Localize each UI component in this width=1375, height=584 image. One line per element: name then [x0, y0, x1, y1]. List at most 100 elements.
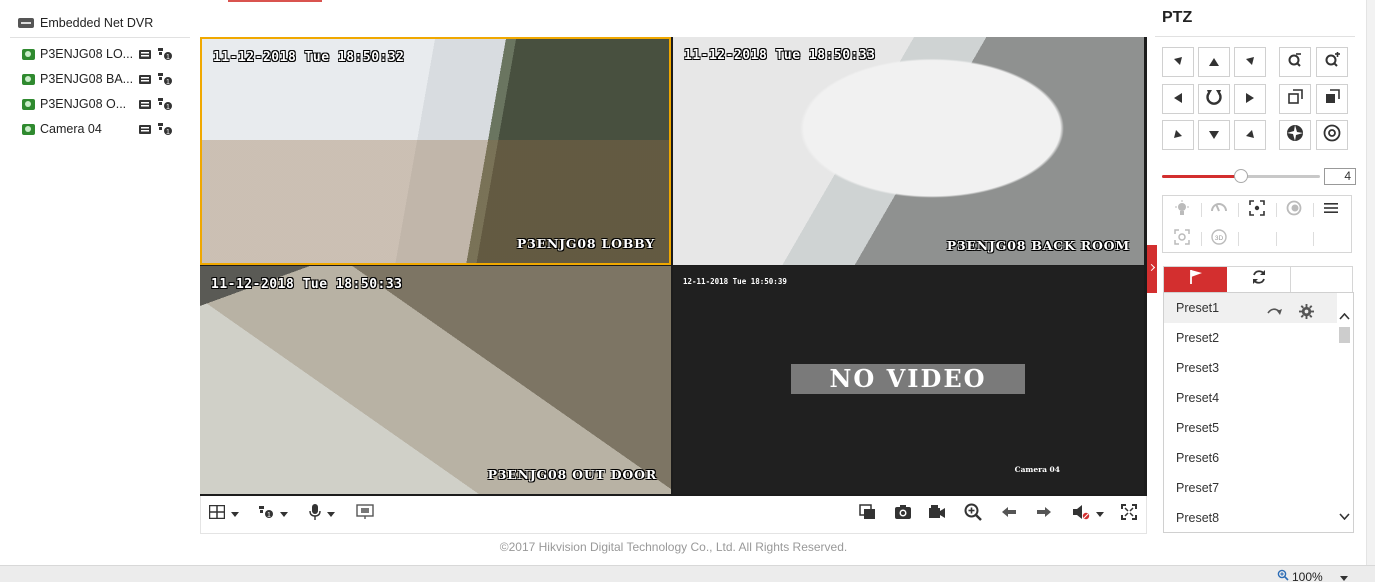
- preset-item[interactable]: Preset1: [1164, 293, 1337, 323]
- chevron-up-icon[interactable]: [1339, 307, 1350, 325]
- separator: [1313, 232, 1314, 246]
- auto-scan-button[interactable]: [1198, 84, 1230, 114]
- speed-slider[interactable]: [1162, 169, 1320, 183]
- preset-label: Preset5: [1176, 421, 1220, 435]
- previous-page-button[interactable]: [1001, 504, 1017, 524]
- active-tab-indicator: [228, 0, 322, 2]
- preset-scrollbar[interactable]: [1336, 293, 1353, 532]
- tab-patrol[interactable]: [1228, 267, 1291, 292]
- camera-status-icon: [22, 98, 35, 110]
- light-button[interactable]: [1168, 199, 1196, 221]
- arrow-right-icon: [1246, 90, 1254, 108]
- dvr-node[interactable]: Embedded Net DVR: [18, 14, 153, 32]
- preset-item[interactable]: Preset5: [1164, 413, 1337, 443]
- copyright-text: ©2017 Hikvision Digital Technology Co., …: [499, 540, 848, 554]
- pan-down-right-button[interactable]: [1234, 120, 1266, 150]
- arrow-up-icon: [1209, 53, 1219, 71]
- speed-slider-handle[interactable]: [1234, 169, 1248, 183]
- capture-button[interactable]: [894, 504, 912, 524]
- menu-button[interactable]: [1317, 199, 1345, 221]
- tab-preset[interactable]: [1164, 267, 1227, 292]
- preset-label: Preset7: [1176, 481, 1220, 495]
- stop-all-button[interactable]: [859, 503, 877, 525]
- separator: [1201, 203, 1202, 217]
- preset-label: Preset8: [1176, 511, 1220, 525]
- record-icon[interactable]: [136, 48, 154, 60]
- video-tile-3[interactable]: 11-12-2018 Tue 18:50:33 P3ENJG08 OUT DOO…: [200, 266, 671, 494]
- pan-down-left-button[interactable]: [1162, 120, 1194, 150]
- layout-button[interactable]: [208, 504, 239, 524]
- 3d-positioning-button[interactable]: 3D: [1205, 228, 1233, 250]
- preset-item[interactable]: Preset8: [1164, 503, 1337, 532]
- camera-status-icon: [22, 48, 35, 60]
- video-tile-2[interactable]: 11-12-2018 Tue 18:50:33 P3ENJG08 BACK RO…: [673, 37, 1144, 265]
- ptz-icon[interactable]: 1: [156, 72, 174, 86]
- svg-text:1: 1: [166, 129, 170, 136]
- pan-down-button[interactable]: [1198, 120, 1230, 150]
- ptz-icon[interactable]: 1: [156, 97, 174, 111]
- iris-close-button[interactable]: [1316, 120, 1348, 150]
- volume-button[interactable]: [1072, 504, 1104, 524]
- pan-left-button[interactable]: [1162, 84, 1194, 114]
- manual-tracking-button[interactable]: [1168, 228, 1196, 250]
- pan-up-right-button[interactable]: [1234, 47, 1266, 77]
- focus-near-button[interactable]: [1279, 84, 1311, 114]
- svg-text:1: 1: [166, 54, 170, 61]
- chevron-down-icon: [327, 511, 335, 517]
- audio-talk-button[interactable]: [309, 503, 335, 524]
- iris-open-button[interactable]: [1279, 120, 1311, 150]
- wiper-button[interactable]: [1205, 199, 1233, 221]
- ptz-select-button[interactable]: 1: [258, 504, 288, 524]
- chevron-down-icon: [280, 511, 288, 517]
- status-bar: [0, 565, 1375, 582]
- lens-icon: [1285, 200, 1303, 221]
- record-icon[interactable]: [136, 98, 154, 110]
- page-scrollbar[interactable]: [1366, 0, 1375, 565]
- zoom-in-button[interactable]: [1316, 47, 1348, 77]
- pan-right-button[interactable]: [1234, 84, 1266, 114]
- aux-functions: 3D: [1162, 195, 1352, 253]
- preset-item[interactable]: Preset7: [1164, 473, 1337, 503]
- no-video-overlay: NO VIDEO: [791, 364, 1025, 394]
- pan-up-button[interactable]: [1198, 47, 1230, 77]
- pan-up-left-button[interactable]: [1162, 47, 1194, 77]
- record-icon[interactable]: [136, 73, 154, 85]
- ptz-icon[interactable]: 1: [156, 47, 174, 61]
- arrow-left-icon: [1001, 505, 1017, 523]
- ptz-icon[interactable]: 1: [156, 122, 174, 136]
- next-page-button[interactable]: [1036, 504, 1052, 524]
- zoom-out-button[interactable]: [1279, 47, 1311, 77]
- tab-pattern[interactable]: [1291, 267, 1354, 292]
- stop-preview-icon: [859, 503, 877, 525]
- preset-item[interactable]: Preset2: [1164, 323, 1337, 353]
- camera-node-3[interactable]: P3ENJG08 O... 1: [22, 94, 182, 114]
- preset-label: Preset3: [1176, 361, 1220, 375]
- record-icon[interactable]: [136, 123, 154, 135]
- focus-far-button[interactable]: [1316, 84, 1348, 114]
- record-button[interactable]: [928, 504, 946, 524]
- camera-capture-icon: [894, 504, 912, 525]
- preset-item[interactable]: Preset6: [1164, 443, 1337, 473]
- auxiliary-focus-button[interactable]: [1243, 199, 1271, 221]
- iris-open-icon: [1286, 124, 1304, 147]
- camera-node-1[interactable]: P3ENJG08 LO... 1: [22, 44, 182, 64]
- scrollbar-thumb[interactable]: [1339, 327, 1350, 343]
- camera-label: P3ENJG08 LO...: [40, 47, 134, 61]
- tile-timestamp: 11-12-2018 Tue 18:50:33: [684, 48, 876, 63]
- digital-zoom-button[interactable]: [964, 503, 982, 524]
- lens-init-button[interactable]: [1280, 199, 1308, 221]
- separator: [1276, 232, 1277, 246]
- camera-node-4[interactable]: Camera 04 1: [22, 119, 182, 139]
- fullscreen-button[interactable]: [1121, 503, 1137, 524]
- arrow-down-right-icon: [1245, 126, 1255, 144]
- preset-item[interactable]: Preset3: [1164, 353, 1337, 383]
- video-tile-4[interactable]: 12-11-2018 Tue 18:50:39 NO VIDEO Camera …: [673, 266, 1144, 494]
- camera-node-2[interactable]: P3ENJG08 BA... 1: [22, 69, 182, 89]
- e-zoom-button[interactable]: [356, 503, 374, 524]
- chevron-down-icon[interactable]: [1339, 507, 1350, 525]
- preset-item[interactable]: Preset4: [1164, 383, 1337, 413]
- video-tile-1[interactable]: 11-12-2018 Tue 18:50:32 P3ENJG08 LOBBY: [200, 37, 671, 265]
- collapse-panel-toggle[interactable]: [1147, 245, 1157, 293]
- svg-text:1: 1: [267, 512, 271, 519]
- light-icon: [1174, 199, 1190, 221]
